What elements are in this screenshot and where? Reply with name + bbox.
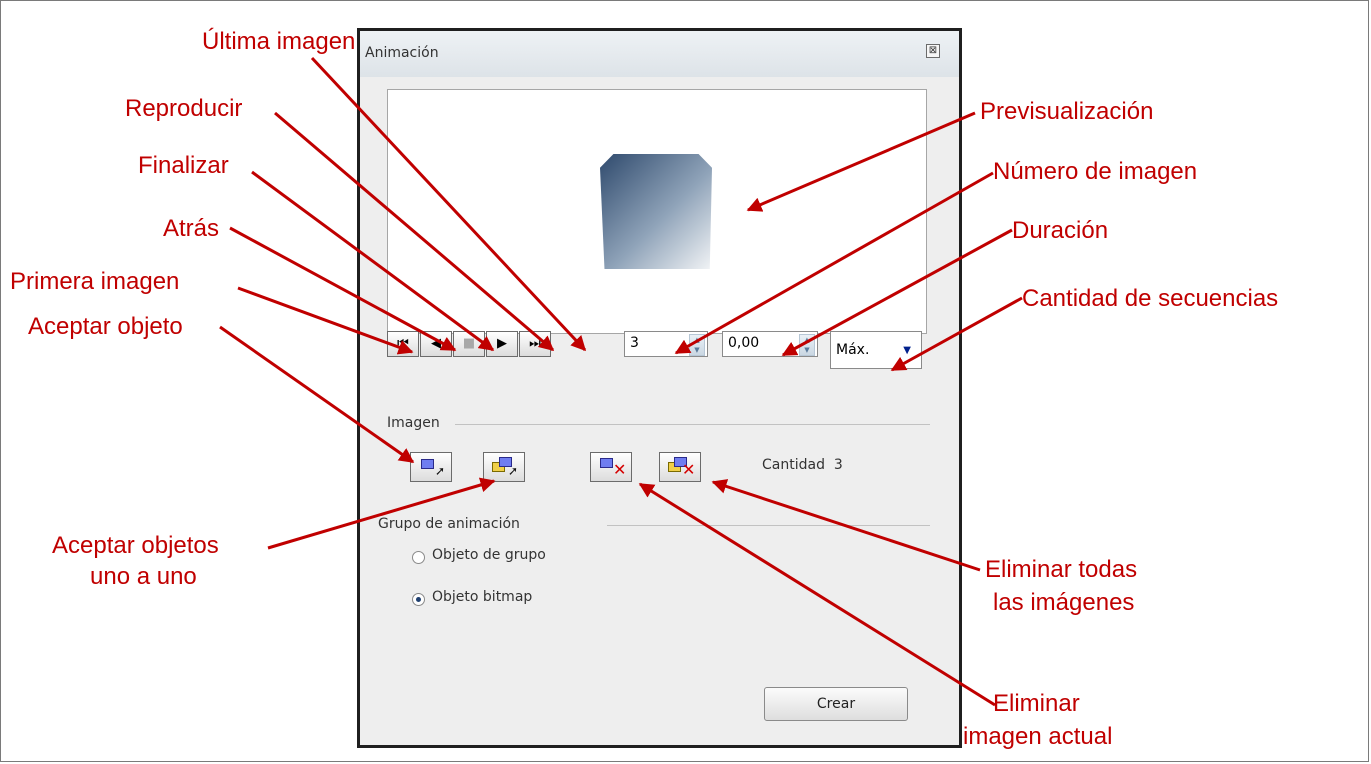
callout-first-image: Primera imagen (10, 268, 180, 295)
callout-back: Atrás (163, 215, 220, 242)
arrow-preview (746, 111, 976, 212)
callout-stop: Finalizar (138, 152, 229, 179)
callout-delete-all-1: Eliminar todas (985, 556, 1138, 583)
arrow-loop-count (890, 296, 1023, 372)
arrow-first-image (237, 286, 414, 355)
callout-apply-object: Aceptar objeto (28, 313, 183, 340)
arrow-play (274, 111, 555, 352)
arrow-delete-all (711, 479, 981, 572)
callout-apply-objects-2: uno a uno (90, 563, 197, 590)
arrow-back (229, 226, 457, 352)
callout-last-image: Última imagen (202, 28, 356, 55)
arrow-last-image (310, 56, 587, 352)
callout-image-number: Número de imagen (993, 158, 1198, 185)
arrow-apply-object (219, 325, 415, 464)
arrow-apply-objects (267, 477, 496, 550)
callout-apply-objects-1: Aceptar objetos (52, 532, 219, 559)
callout-loop-count: Cantidad de secuencias (1022, 285, 1279, 312)
callout-delete-all-2: las imágenes (993, 589, 1135, 616)
callout-delete-current-2: imagen actual (963, 723, 1113, 750)
callout-preview: Previsualización (980, 98, 1154, 125)
callout-play: Reproducir (125, 95, 243, 122)
callout-delete-current-1: Eliminar (993, 690, 1080, 717)
callout-duration: Duración (1012, 217, 1109, 244)
arrow-duration (781, 228, 1013, 357)
